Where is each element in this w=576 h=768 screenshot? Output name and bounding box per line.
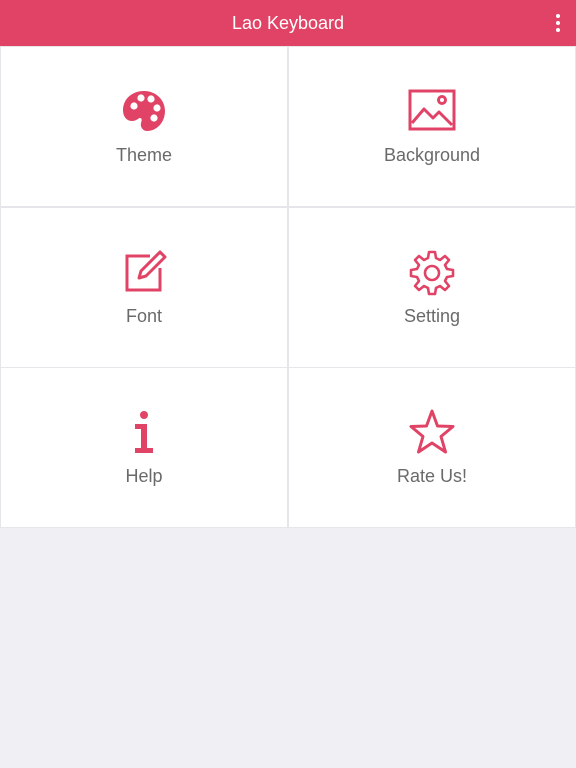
theme-tile[interactable]: Theme [1, 47, 287, 206]
gear-icon [409, 250, 455, 296]
edit-icon [125, 250, 167, 292]
background-tile[interactable]: Background [289, 47, 575, 206]
info-icon [135, 411, 153, 453]
setting-label: Setting [403, 306, 461, 326]
app-title: Lao Keyboard [231, 13, 345, 33]
menu-grid: Theme Background Font Setting Help Rate … [0, 46, 576, 528]
more-options-button[interactable] [548, 8, 568, 38]
more-vertical-icon [556, 14, 560, 18]
rate-us-label: Rate Us! [396, 466, 468, 486]
help-label: Help [125, 466, 163, 486]
setting-tile[interactable]: Setting [289, 208, 575, 367]
rate-us-tile[interactable]: Rate Us! [289, 368, 575, 527]
star-icon [409, 409, 455, 454]
palette-icon [123, 91, 165, 131]
image-icon [408, 89, 456, 131]
help-tile[interactable]: Help [1, 368, 287, 527]
app-bar: Lao Keyboard [0, 0, 576, 46]
background-label: Background [383, 145, 481, 165]
font-tile[interactable]: Font [1, 208, 287, 367]
font-label: Font [125, 306, 163, 326]
theme-label: Theme [115, 145, 173, 165]
